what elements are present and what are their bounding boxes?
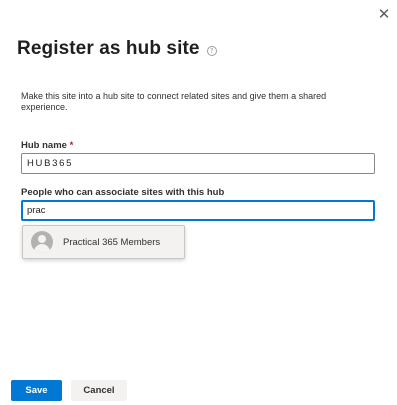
group-avatar-icon xyxy=(31,231,53,253)
people-picker-input[interactable] xyxy=(21,200,375,221)
dialog-description: Make this site into a hub site to connec… xyxy=(21,91,327,112)
people-label: People who can associate sites with this… xyxy=(21,187,225,198)
people-suggestion-item[interactable]: Practical 365 Members xyxy=(22,225,185,259)
close-icon[interactable]: ✕ xyxy=(376,6,392,22)
hub-name-label-text: Hub name xyxy=(21,140,67,151)
help-icon[interactable]: ? xyxy=(206,45,217,56)
cancel-button[interactable]: Cancel xyxy=(71,380,127,401)
hub-name-input[interactable] xyxy=(21,153,375,174)
dialog-header: Register as hub site ? xyxy=(17,38,217,60)
required-indicator: * xyxy=(69,140,74,151)
hub-name-label: Hub name * xyxy=(21,140,73,151)
dialog-title: Register as hub site xyxy=(17,38,200,59)
suggestion-label: Practical 365 Members xyxy=(63,236,161,248)
save-button[interactable]: Save xyxy=(11,380,62,401)
